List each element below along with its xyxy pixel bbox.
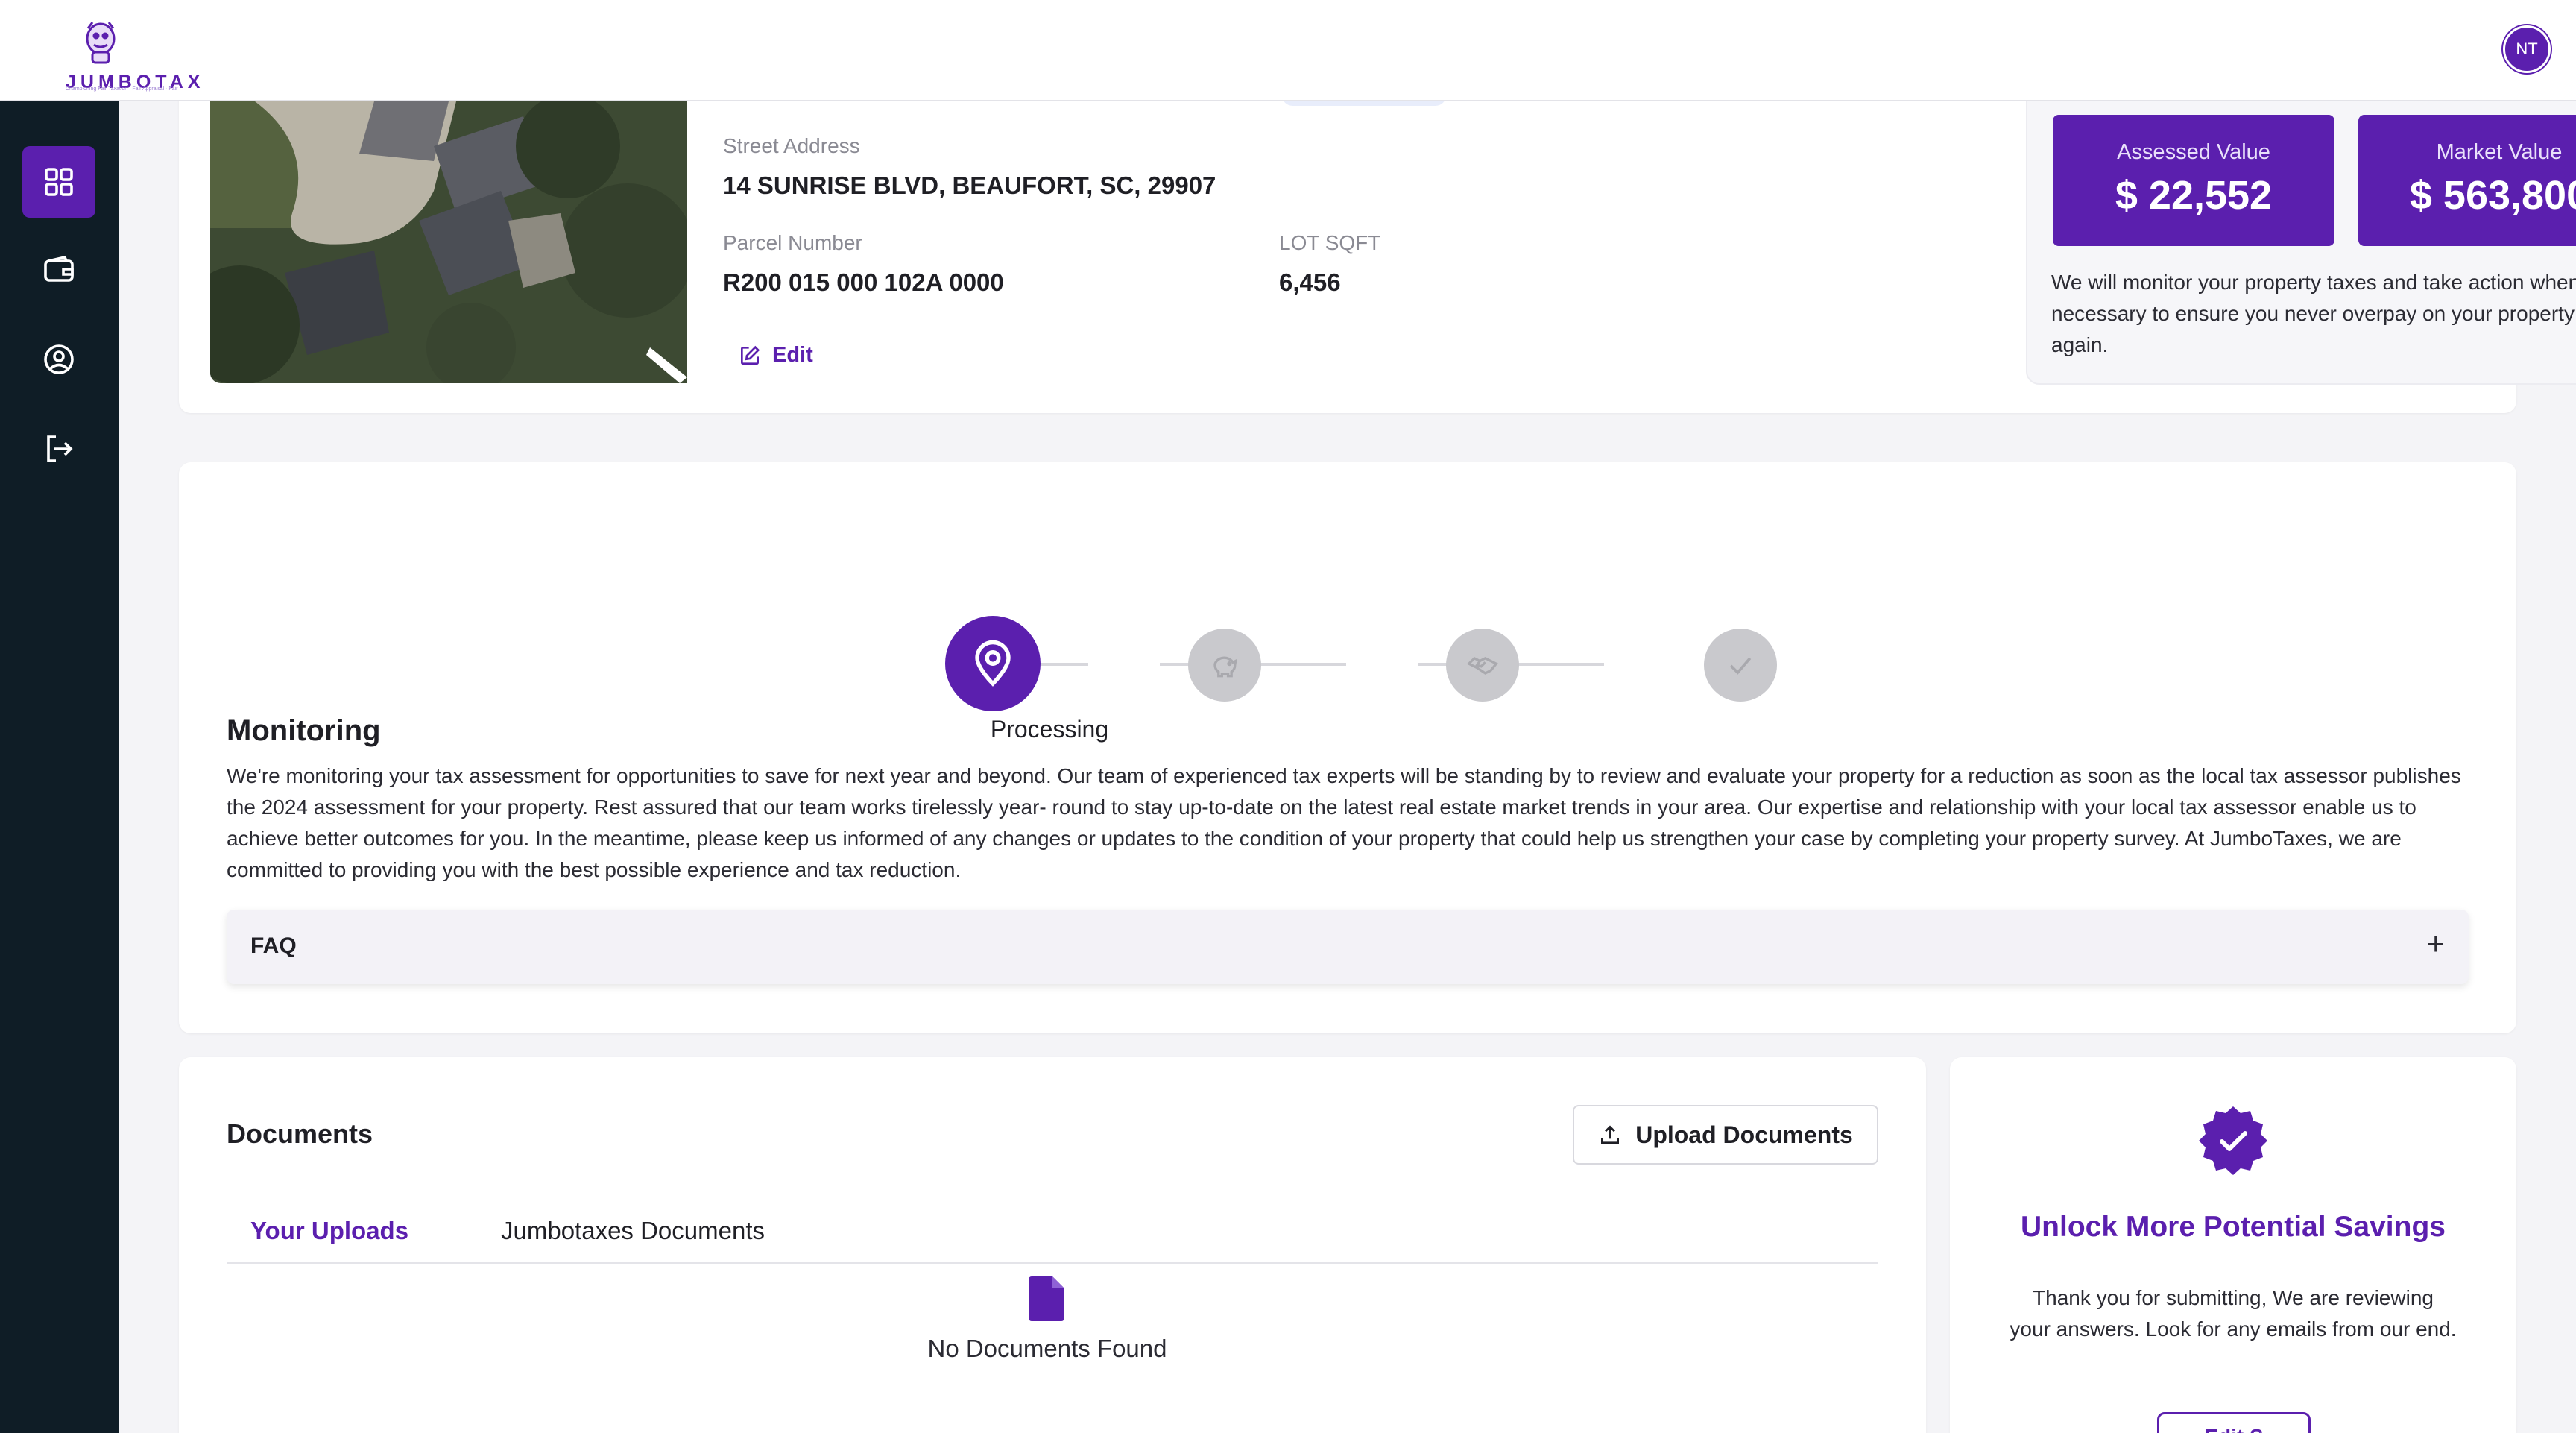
- progress-stepper: Processing: [179, 534, 2516, 743]
- top-bar: JUMBOTAX Championing Fair Taxation · Fai…: [0, 0, 2576, 101]
- step-processing[interactable]: [945, 616, 1041, 711]
- step-savings[interactable]: [1188, 629, 1261, 702]
- step-processing-label: Processing: [990, 716, 1109, 743]
- faq-label: FAQ: [250, 933, 297, 958]
- property-card: Street Address 14 SUNRISE BLVD, BEAUFORT…: [179, 75, 2576, 413]
- monitoring-description: We're monitoring your tax assessment for…: [227, 764, 2461, 881]
- piggy-bank-icon: [1213, 656, 1237, 678]
- dashboard-grid-icon: [45, 168, 73, 196]
- street-address-label: Street Address: [723, 134, 860, 157]
- market-value-amount: $ 563,800: [2409, 173, 2576, 218]
- handshake-icon: [1466, 656, 1498, 675]
- unlock-title: Unlock More Potential Savings: [2021, 1211, 2446, 1243]
- bulldog-mascot-icon: [86, 22, 116, 64]
- tab-your-uploads[interactable]: Your Uploads: [250, 1217, 408, 1245]
- documents-card: Documents Upload Documents Your Uploads …: [179, 1057, 1926, 1433]
- street-address-value: 14 SUNRISE BLVD, BEAUFORT, SC, 29907: [723, 171, 1216, 199]
- assessed-value-label: Assessed Value: [2117, 140, 2270, 164]
- sidebar-item-logout[interactable]: [22, 413, 95, 485]
- sidebar-item-dashboard[interactable]: [22, 146, 95, 218]
- edit-survey-button[interactable]: Edit S: [2157, 1412, 2311, 1433]
- sidebar-item-profile[interactable]: [22, 324, 95, 395]
- upload-icon: [1601, 1125, 1620, 1144]
- edit-icon: [741, 345, 760, 365]
- unlock-savings-card: Unlock More Potential Savings Thank you …: [1950, 1057, 2516, 1433]
- documents-title: Documents: [227, 1118, 373, 1149]
- brand-tagline: Championing Fair Taxation · Fair Apprais…: [66, 86, 178, 92]
- user-avatar[interactable]: NT: [2503, 25, 2551, 73]
- lot-sqft-value: 6,456: [1279, 268, 1341, 296]
- checkmark-icon: [1729, 657, 1752, 675]
- profile-icon: [44, 344, 74, 374]
- monitoring-note: We will monitor your property taxes and …: [2051, 271, 2576, 356]
- plus-icon[interactable]: +: [2426, 926, 2445, 962]
- step-agreement[interactable]: [1446, 629, 1519, 702]
- sidebar: [0, 101, 119, 1433]
- documents-tabs: Your Uploads Jumbotaxes Documents: [227, 1196, 1878, 1264]
- unlock-description: Thank you for submitting, We are reviewi…: [2010, 1286, 2457, 1341]
- upload-documents-label: Upload Documents: [1635, 1121, 1853, 1148]
- property-aerial-image: [210, 101, 687, 383]
- parcel-number-value: R200 015 000 102A 0000: [723, 268, 1004, 296]
- parcel-number-label: Parcel Number: [723, 231, 862, 254]
- faq-accordion[interactable]: FAQ +: [227, 910, 2469, 984]
- edit-label: Edit: [772, 343, 813, 367]
- status-card: Processing Monitoring We're monitoring y…: [179, 462, 2516, 1033]
- brand-logo[interactable]: JUMBOTAX Championing Fair Taxation · Fai…: [30, 10, 200, 92]
- verified-badge-icon: [2199, 1106, 2267, 1175]
- valuation-panel: Assessed Value $ 22,552 Market Value $ 5…: [2026, 88, 2576, 385]
- market-value-box: Market Value $ 563,800: [2358, 115, 2576, 246]
- assessed-value-box: Assessed Value $ 22,552: [2053, 115, 2334, 246]
- logout-icon: [47, 435, 73, 462]
- document-icon: [1029, 1276, 1064, 1321]
- upload-documents-button[interactable]: Upload Documents: [1573, 1105, 1878, 1165]
- monitoring-title: Monitoring: [227, 714, 381, 747]
- no-documents-message: No Documents Found: [927, 1335, 1167, 1362]
- tab-jumbotaxes-documents[interactable]: Jumbotaxes Documents: [501, 1217, 765, 1245]
- location-pin-icon: [975, 640, 1011, 687]
- market-value-label: Market Value: [2436, 140, 2563, 164]
- sidebar-item-wallet[interactable]: [22, 234, 95, 306]
- assessed-value-amount: $ 22,552: [2115, 173, 2273, 218]
- edit-property-link[interactable]: Edit: [738, 343, 813, 368]
- lot-sqft-label: LOT SQFT: [1279, 231, 1381, 254]
- step-complete[interactable]: [1704, 629, 1777, 702]
- wallet-icon: [44, 255, 74, 282]
